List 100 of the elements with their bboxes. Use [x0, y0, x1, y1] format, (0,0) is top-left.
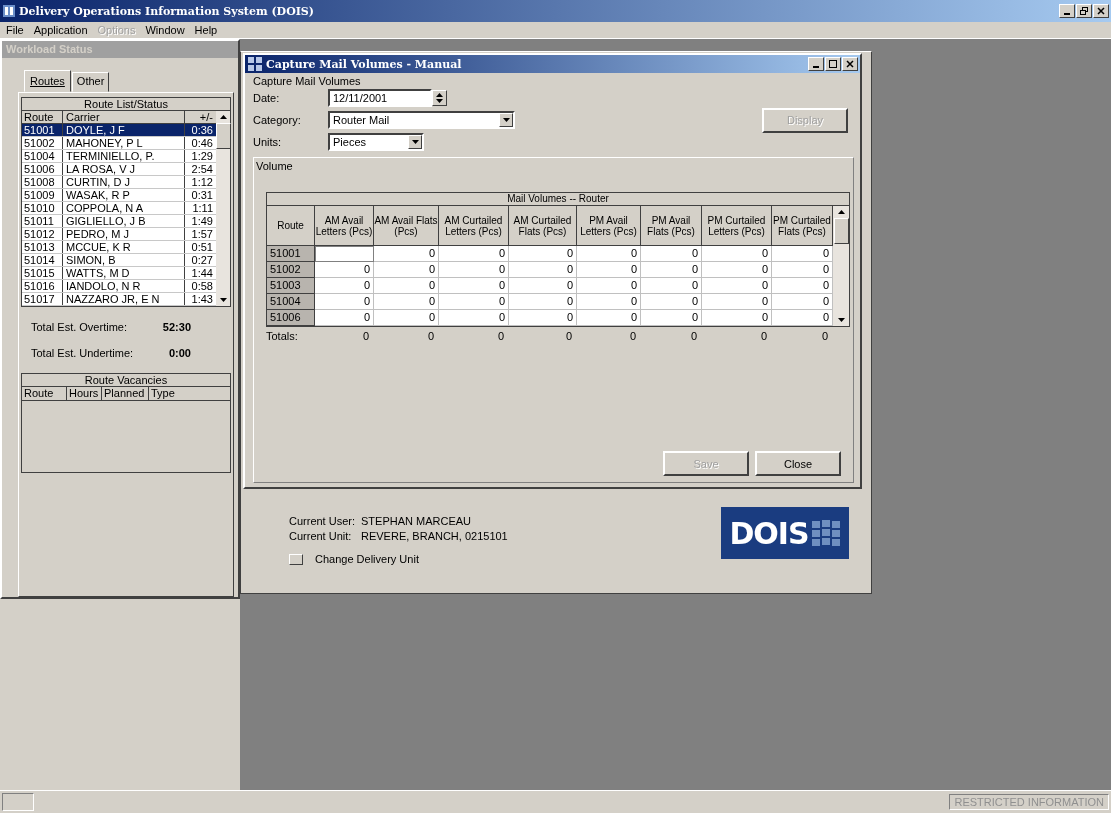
app-icon	[2, 4, 16, 18]
table-cell[interactable]: 0	[374, 246, 439, 262]
table-cell: COPPOLA, N A	[63, 202, 185, 214]
table-cell[interactable]: 0	[577, 310, 641, 326]
table-cell: DOYLE, J F	[63, 124, 185, 136]
route-row[interactable]: 51012 PEDRO, M J 1:57	[22, 228, 216, 241]
table-cell: CURTIN, D J	[63, 176, 185, 188]
table-cell[interactable]: 0	[439, 310, 509, 326]
table-cell: 51008	[22, 176, 63, 188]
route-row[interactable]: 51010 COPPOLA, N A 1:11	[22, 202, 216, 215]
menu-item[interactable]: Application	[33, 24, 88, 36]
close-button[interactable]	[1093, 4, 1109, 18]
scrollbar[interactable]	[216, 111, 230, 306]
table-cell[interactable]: 0	[439, 294, 509, 310]
table-cell[interactable]: 0	[439, 246, 509, 262]
route-row[interactable]: 51002 MAHONEY, P L 0:46	[22, 137, 216, 150]
scrollbar[interactable]	[833, 206, 849, 326]
route-row[interactable]: 51013 MCCUE, K R 0:51	[22, 241, 216, 254]
column-header[interactable]: Carrier	[63, 111, 185, 123]
column-header[interactable]: Hours	[67, 387, 102, 400]
table-cell[interactable]: 0	[439, 262, 509, 278]
table-cell[interactable]: 0	[641, 294, 702, 310]
up-icon	[436, 93, 443, 97]
total-label: Total Est. Overtime:	[31, 321, 127, 333]
column-header: AM Curtailed Letters (Pcs)	[439, 206, 509, 246]
table-cell[interactable]: 0	[641, 262, 702, 278]
table-cell: 51013	[22, 241, 63, 253]
dialog-button[interactable]: Close	[755, 451, 841, 476]
restore-button[interactable]	[1076, 4, 1092, 18]
table-cell[interactable]: 0	[577, 294, 641, 310]
table-cell[interactable]: 0	[702, 278, 772, 294]
spin-button[interactable]	[432, 90, 447, 106]
date-field[interactable]: 12/11/2001	[328, 89, 432, 107]
column-header[interactable]: Type	[149, 387, 175, 400]
route-row[interactable]: 51014 SIMON, B 0:27	[22, 254, 216, 267]
table-cell[interactable]: 0	[577, 246, 641, 262]
table-cell[interactable]: 0	[641, 310, 702, 326]
table-cell[interactable]: 0	[702, 310, 772, 326]
column-header[interactable]: Route	[22, 111, 63, 123]
route-row[interactable]: 51017 NAZZARO JR, E N 1:43	[22, 293, 216, 306]
column-header[interactable]: +/-	[185, 111, 216, 123]
route-row[interactable]: 51016 IANDOLO, N R 0:58	[22, 280, 216, 293]
units-dropdown[interactable]: Pieces	[328, 133, 424, 151]
table-cell[interactable]: 0	[509, 262, 577, 278]
table-cell: 51009	[22, 189, 63, 201]
minimize-button[interactable]	[1059, 4, 1075, 18]
scroll-down-icon	[218, 297, 228, 303]
table-cell[interactable]: 0	[577, 278, 641, 294]
table-cell[interactable]: 0	[374, 262, 439, 278]
column-header: PM Avail Flats (Pcs)	[641, 206, 702, 246]
table-cell[interactable]: 0	[509, 294, 577, 310]
menu-item[interactable]: File	[6, 24, 24, 36]
scroll-thumb[interactable]	[833, 218, 849, 244]
menu-item[interactable]: Window	[145, 24, 185, 36]
tab[interactable]: Other	[71, 72, 110, 92]
table-cell: 51011	[22, 215, 63, 227]
route-row[interactable]: 51009 WASAK, R P 0:31	[22, 189, 216, 202]
column-header: PM Curtailed Letters (Pcs)	[702, 206, 772, 246]
route-row[interactable]: 51006 LA ROSA, V J 2:54	[22, 163, 216, 176]
logo: DOIS	[721, 507, 849, 559]
table-cell[interactable]: 0	[374, 278, 439, 294]
cell-input[interactable]	[315, 246, 374, 262]
table-cell[interactable]: 0	[315, 262, 374, 278]
table-cell[interactable]: 0	[641, 246, 702, 262]
route-row[interactable]: 51008 CURTIN, D J 1:12	[22, 176, 216, 189]
route-row[interactable]: 51001 DOYLE, J F 0:36	[22, 124, 216, 137]
close-button[interactable]	[842, 57, 858, 71]
table-cell[interactable]: 0	[577, 262, 641, 278]
table-cell[interactable]: 0	[702, 262, 772, 278]
maximize-button[interactable]	[825, 57, 841, 71]
table-cell-text: 0:31	[190, 189, 214, 201]
minimize-button[interactable]	[808, 57, 824, 71]
table-cell[interactable]: 0	[509, 246, 577, 262]
column-header: PM Avail Letters (Pcs)	[577, 206, 641, 246]
table-cell[interactable]: 0	[439, 278, 509, 294]
table-cell[interactable]: 0	[702, 294, 772, 310]
route-row[interactable]: 51004 TERMINIELLO, P. 1:29	[22, 150, 216, 163]
table-cell[interactable]: 0	[641, 278, 702, 294]
scroll-thumb[interactable]	[215, 123, 231, 149]
table-cell: 51001	[22, 124, 63, 136]
table-cell[interactable]: 0	[509, 310, 577, 326]
table-cell[interactable]: 0	[315, 294, 374, 310]
menu-item[interactable]: Help	[194, 24, 218, 36]
column-header[interactable]: Route	[22, 387, 67, 400]
table-cell[interactable]: 0	[509, 278, 577, 294]
route-row[interactable]: 51011 GIGLIELLO, J B 1:49	[22, 215, 216, 228]
total-value: 0	[689, 330, 698, 342]
table-cell[interactable]: 0	[374, 294, 439, 310]
category-dropdown[interactable]: Router Mail	[328, 111, 515, 129]
route-row[interactable]: 51015 WATTS, M D 1:44	[22, 267, 216, 280]
table-cell[interactable]: 0	[702, 246, 772, 262]
table-cell: 51016	[22, 280, 63, 292]
change-unit-button[interactable]	[289, 553, 303, 565]
column-header[interactable]: Planned	[102, 387, 149, 400]
total-value: 52:30	[162, 321, 191, 333]
table-cell[interactable]: 0	[374, 310, 439, 326]
column-header: Route	[267, 206, 315, 246]
tab[interactable]: Routes	[24, 70, 71, 92]
table-cell[interactable]: 0	[315, 278, 374, 294]
table-cell[interactable]: 0	[315, 310, 374, 326]
